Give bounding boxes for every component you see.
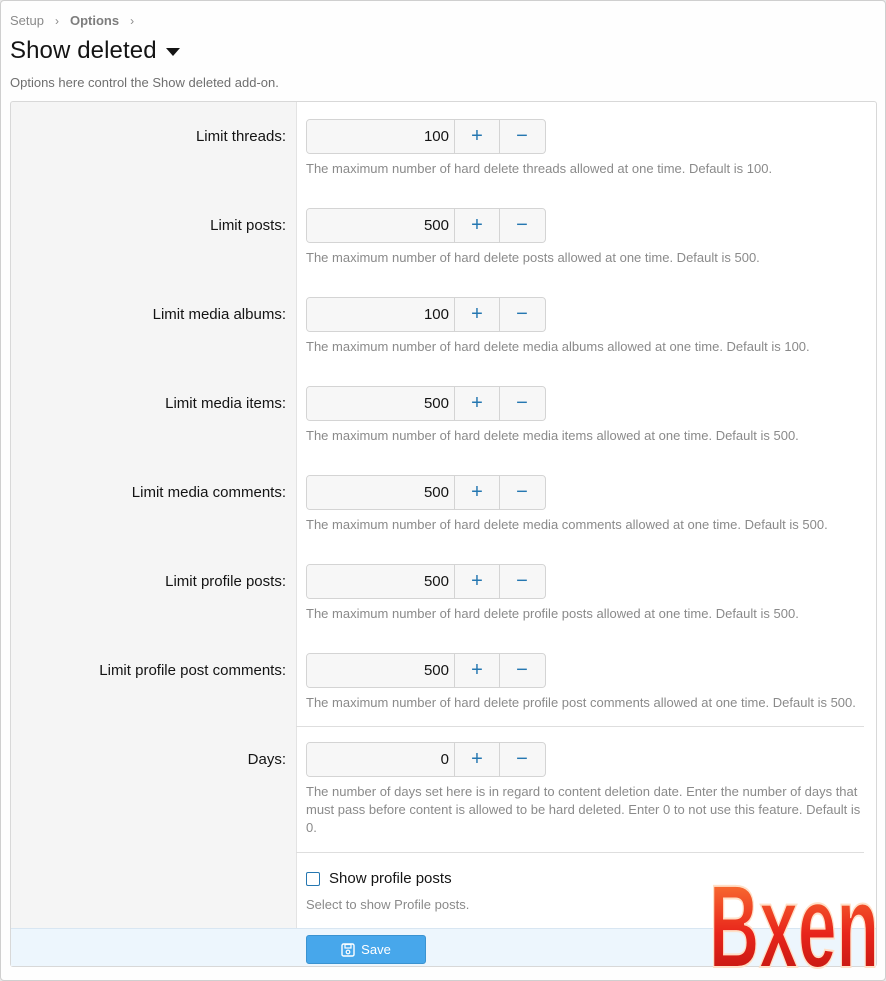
option-explain: The maximum number of hard delete profil… xyxy=(306,606,799,621)
decrement-button[interactable]: − xyxy=(500,298,544,331)
option-explain: The maximum number of hard delete media … xyxy=(306,428,799,443)
limit-profile-posts-input[interactable] xyxy=(307,565,455,598)
limit-media-comments-input[interactable] xyxy=(307,476,455,509)
bxen-logo: Bxen xyxy=(708,860,880,975)
number-stepper: + − xyxy=(306,208,546,243)
number-stepper: + − xyxy=(306,564,546,599)
option-label: Limit media albums: xyxy=(152,306,286,323)
option-label: Limit media items: xyxy=(165,395,286,412)
checkbox-icon[interactable] xyxy=(306,871,320,886)
decrement-button[interactable]: − xyxy=(500,387,544,420)
limit-threads-input[interactable] xyxy=(307,120,455,153)
checkbox-label[interactable]: Show profile posts xyxy=(329,870,452,887)
option-label: Days: xyxy=(247,751,286,768)
show-profile-posts-option[interactable]: Show profile posts xyxy=(306,870,452,887)
save-icon xyxy=(341,942,355,957)
option-label: Limit posts: xyxy=(210,217,286,234)
decrement-button[interactable]: − xyxy=(500,743,544,776)
option-explain: The maximum number of hard delete media … xyxy=(306,517,828,532)
logo-text: Bxen xyxy=(709,861,879,975)
breadcrumb-item-setup[interactable]: Setup xyxy=(10,13,44,28)
number-stepper: + − xyxy=(306,742,546,777)
option-explain: The maximum number of hard delete profil… xyxy=(306,695,856,710)
section-divider xyxy=(296,726,864,727)
option-label: Limit media comments: xyxy=(131,484,286,501)
number-stepper: + − xyxy=(306,119,546,154)
increment-button[interactable]: + xyxy=(455,476,500,509)
number-stepper: + − xyxy=(306,386,546,421)
limit-media-albums-input[interactable] xyxy=(307,298,455,331)
option-explain: The maximum number of hard delete posts … xyxy=(306,250,760,265)
limit-posts-input[interactable] xyxy=(307,209,455,242)
days-input[interactable] xyxy=(307,743,455,776)
number-stepper: + − xyxy=(306,297,546,332)
decrement-button[interactable]: − xyxy=(500,476,544,509)
number-stepper: + − xyxy=(306,653,546,688)
option-explain: The maximum number of hard delete thread… xyxy=(306,161,773,176)
decrement-button[interactable]: − xyxy=(500,209,544,242)
chevron-right-icon: › xyxy=(54,13,59,28)
increment-button[interactable]: + xyxy=(455,565,500,598)
decrement-button[interactable]: − xyxy=(500,565,544,598)
breadcrumb-item-options[interactable]: Options xyxy=(70,13,119,28)
option-label: Limit profile post comments: xyxy=(99,662,286,679)
increment-button[interactable]: + xyxy=(455,387,500,420)
limit-media-items-input[interactable] xyxy=(307,387,455,420)
increment-button[interactable]: + xyxy=(455,654,500,687)
limit-profile-post-comments-input[interactable] xyxy=(307,654,455,687)
option-label: Limit profile posts: xyxy=(165,573,286,590)
increment-button[interactable]: + xyxy=(455,743,500,776)
option-label: Limit threads: xyxy=(195,128,286,145)
page-title-row[interactable]: Show deleted xyxy=(10,37,180,65)
save-button-label: Save xyxy=(361,942,391,957)
number-stepper: + − xyxy=(306,475,546,510)
decrement-button[interactable]: − xyxy=(500,654,544,687)
decrement-button[interactable]: − xyxy=(500,120,544,153)
option-explain: The maximum number of hard delete media … xyxy=(306,339,810,354)
breadcrumb: Setup › Options › xyxy=(10,13,145,28)
options-page: Setup › Options › Show deleted Options h… xyxy=(0,0,886,981)
save-button[interactable]: Save xyxy=(306,935,426,964)
increment-button[interactable]: + xyxy=(455,120,500,153)
page-description: Options here control the Show deleted ad… xyxy=(10,75,279,90)
increment-button[interactable]: + xyxy=(455,209,500,242)
page-title: Show deleted xyxy=(10,37,157,64)
caret-down-icon[interactable] xyxy=(165,48,180,56)
increment-button[interactable]: + xyxy=(455,298,500,331)
chevron-right-icon: › xyxy=(130,13,135,28)
